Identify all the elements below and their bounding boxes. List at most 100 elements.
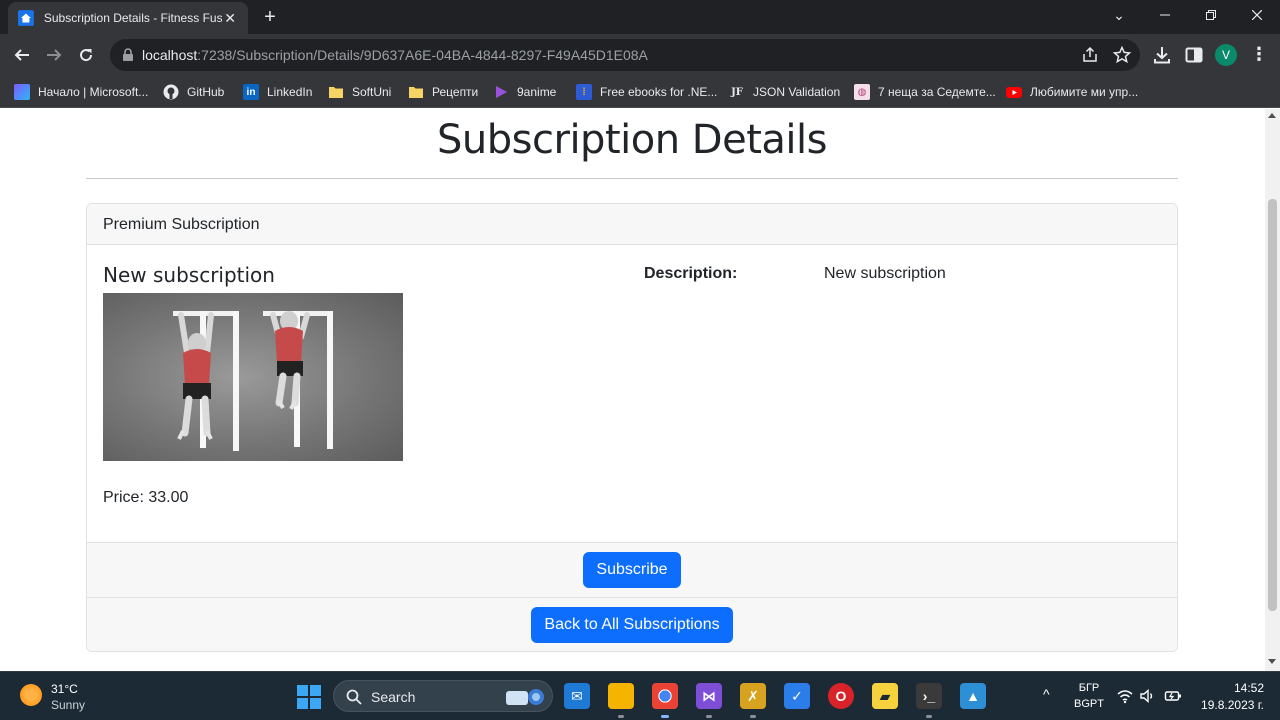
home-favicon-icon [18, 10, 34, 26]
clock-time: 14:52 [1233, 681, 1264, 695]
bookmarks-bar: Начало | Microsoft... GitHub in LinkedIn… [0, 76, 1280, 108]
arrow-right-icon [47, 49, 62, 61]
todo-app-icon[interactable]: ✓ [784, 683, 810, 709]
bookmark-item[interactable]: JF JSON Validation [729, 82, 840, 102]
card-body: New subscription Price: 33.00 Descriptio… [87, 245, 1177, 542]
close-window-button[interactable] [1234, 0, 1280, 30]
system-clock[interactable]: 14:52 19.8.2023 г. [1196, 680, 1264, 714]
bookmark-item[interactable]: GitHub [163, 82, 224, 102]
side-panel-icon[interactable] [1183, 44, 1205, 66]
description-label: Description: [644, 265, 738, 282]
visual-studio-icon[interactable]: ⋈ [696, 683, 722, 718]
profile-avatar[interactable]: V [1215, 44, 1237, 66]
article-icon: ◍ [854, 84, 870, 100]
bookmark-item[interactable]: 9anime [493, 82, 556, 102]
address-bar[interactable]: localhost:7238/Subscription/Details/9D63… [110, 39, 1140, 71]
bookmark-item[interactable]: ◍ 7 неща за Седемте... [854, 82, 996, 102]
back-nav-button[interactable] [8, 41, 36, 69]
scroll-down-icon[interactable] [1268, 659, 1276, 664]
bookmark-item[interactable]: Любимите ми упр... [1006, 82, 1138, 102]
tray-expand-icon[interactable]: ^ [1043, 686, 1050, 702]
page-scrollbar[interactable] [1265, 109, 1280, 671]
wifi-icon[interactable] [1116, 687, 1134, 705]
close-icon [1252, 10, 1262, 20]
weather-description[interactable]: Sunny [51, 698, 85, 712]
play-icon [496, 86, 507, 98]
scroll-up-icon[interactable] [1268, 113, 1276, 118]
bookmark-label: Free ebooks for .NE... [600, 85, 718, 99]
new-tab-button[interactable]: + [258, 5, 282, 29]
bookmark-item[interactable]: Начало | Microsoft... [14, 82, 148, 102]
bookmark-star-icon[interactable] [1112, 45, 1132, 65]
microsoft-365-icon [14, 84, 30, 100]
file-explorer-icon[interactable] [608, 683, 634, 718]
search-icon [346, 689, 362, 705]
bookmark-item[interactable]: in LinkedIn [243, 82, 312, 102]
subscription-name: New subscription [103, 263, 275, 287]
bookmark-label: Любимите ми упр... [1030, 85, 1139, 99]
mail-app-icon[interactable]: ✉ [564, 683, 590, 709]
keyboard-layout: BGPT [1074, 698, 1104, 710]
terminal-app-icon[interactable]: ›_ [916, 683, 942, 718]
subscription-card: Premium Subscription New subscription Pr… [86, 203, 1178, 652]
keyboard-language[interactable]: БГР BGPT [1074, 680, 1104, 712]
volume-icon[interactable] [1139, 687, 1157, 705]
title-divider [86, 178, 1178, 179]
url-text[interactable]: localhost:7238/Subscription/Details/9D63… [142, 47, 648, 63]
bookmark-label: LinkedIn [267, 85, 313, 99]
tab-close-icon[interactable]: ✕ [222, 10, 238, 27]
folder-icon [329, 87, 343, 98]
sun-icon[interactable] [20, 684, 42, 706]
linkedin-icon: in [243, 84, 259, 100]
language-code: БГР [1078, 682, 1100, 694]
back-footer: Back to All Subscriptions [87, 597, 1177, 651]
page-title: Subscription Details [437, 117, 827, 163]
photos-app-icon[interactable]: ▲ [960, 683, 986, 709]
folder-icon [409, 87, 423, 98]
reload-button[interactable] [72, 41, 100, 69]
bookmark-label: 7 неща за Седемте... [878, 85, 996, 99]
weather-temperature[interactable]: 31°C [51, 682, 78, 696]
back-to-subscriptions-button[interactable]: Back to All Subscriptions [531, 607, 733, 643]
bookmark-label: Начало | Microsoft... [38, 85, 149, 99]
pull-up-illustration [173, 311, 333, 451]
bookmark-label: SoftUni [352, 85, 392, 99]
bookmark-item[interactable]: Рецепти [408, 82, 478, 102]
subscription-image [103, 293, 403, 461]
opera-app-icon[interactable]: O [828, 683, 854, 709]
tab-title: Subscription Details - Fitness Fusion [43, 11, 223, 25]
browser-tab-active[interactable]: Subscription Details - Fitness Fusion ✕ [8, 2, 248, 34]
search-highlight-icon [506, 689, 544, 705]
url-path: :7238/Subscription/Details/9D637A6E-04BA… [197, 47, 648, 63]
chrome-app-icon[interactable] [652, 683, 678, 718]
subscribe-button[interactable]: Subscribe [583, 552, 681, 588]
bookmark-item[interactable]: SoftUni [328, 82, 391, 102]
scroll-thumb[interactable] [1268, 199, 1277, 611]
reload-icon [80, 49, 93, 62]
browser-menu-icon[interactable]: ⋮ [1250, 43, 1268, 65]
sql-tool-icon[interactable]: ✗ [740, 683, 766, 718]
subscribe-footer: Subscribe [87, 542, 1177, 597]
bookmark-item[interactable]: ⁞ Free ebooks for .NE... [576, 82, 717, 102]
minimize-icon [1160, 14, 1170, 16]
windows-start-icon[interactable] [297, 685, 321, 709]
card-header: Premium Subscription [87, 204, 1177, 245]
taskbar-search[interactable]: Search [333, 680, 553, 712]
forward-nav-button[interactable] [40, 41, 68, 69]
tab-search-chevron-icon[interactable]: ⌄ [1096, 0, 1142, 30]
bookmark-label: Рецепти [432, 85, 479, 99]
search-label: Search [371, 689, 416, 705]
ebook-icon: ⁞ [576, 84, 592, 100]
sticky-notes-icon[interactable]: ▰ [872, 683, 898, 709]
download-icon[interactable] [1151, 44, 1173, 66]
battery-icon[interactable] [1164, 687, 1182, 705]
lock-icon[interactable] [122, 48, 134, 62]
minimize-button[interactable] [1142, 0, 1188, 30]
share-icon[interactable] [1080, 45, 1100, 65]
restore-button[interactable] [1188, 0, 1234, 30]
url-host: localhost [142, 47, 198, 63]
bookmark-label: 9anime [517, 85, 557, 99]
bookmark-label: GitHub [187, 85, 225, 99]
browser-tab-strip: Subscription Details - Fitness Fusion ✕ … [0, 0, 1280, 34]
windows-taskbar: 31°C Sunny Search ✉ ⋈ ✗ ✓ O ▰ ›_ ▲ ^ БГР… [0, 671, 1280, 720]
